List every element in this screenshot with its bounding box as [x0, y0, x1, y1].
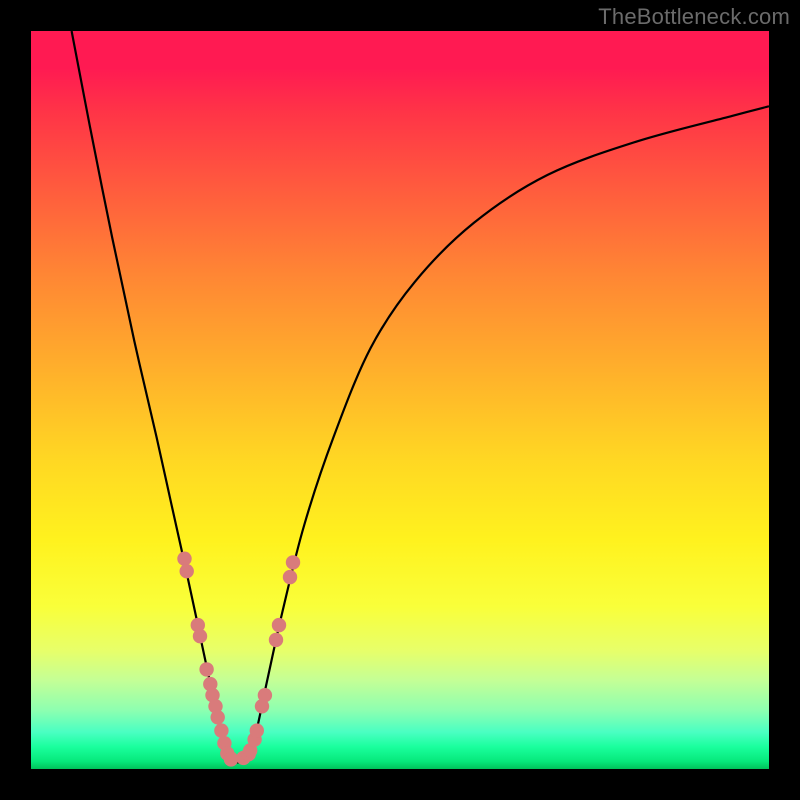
scatter-dot	[283, 570, 297, 584]
scatter-points	[177, 552, 300, 767]
plot-area	[31, 31, 769, 769]
scatter-dot	[224, 752, 238, 766]
scatter-dot	[269, 633, 283, 647]
scatter-dot	[272, 618, 286, 632]
scatter-dot	[199, 662, 213, 676]
figure-root: TheBottleneck.com	[0, 0, 800, 800]
scatter-dot	[193, 629, 207, 643]
scatter-dot	[180, 564, 194, 578]
scatter-dot	[177, 552, 191, 566]
bottleneck-curve	[72, 31, 769, 764]
chart-svg	[31, 31, 769, 769]
scatter-dot	[214, 723, 228, 737]
scatter-dot	[258, 688, 272, 702]
scatter-dot	[286, 555, 300, 569]
scatter-dot	[250, 723, 264, 737]
scatter-dot	[211, 710, 225, 724]
watermark-label: TheBottleneck.com	[598, 4, 790, 30]
